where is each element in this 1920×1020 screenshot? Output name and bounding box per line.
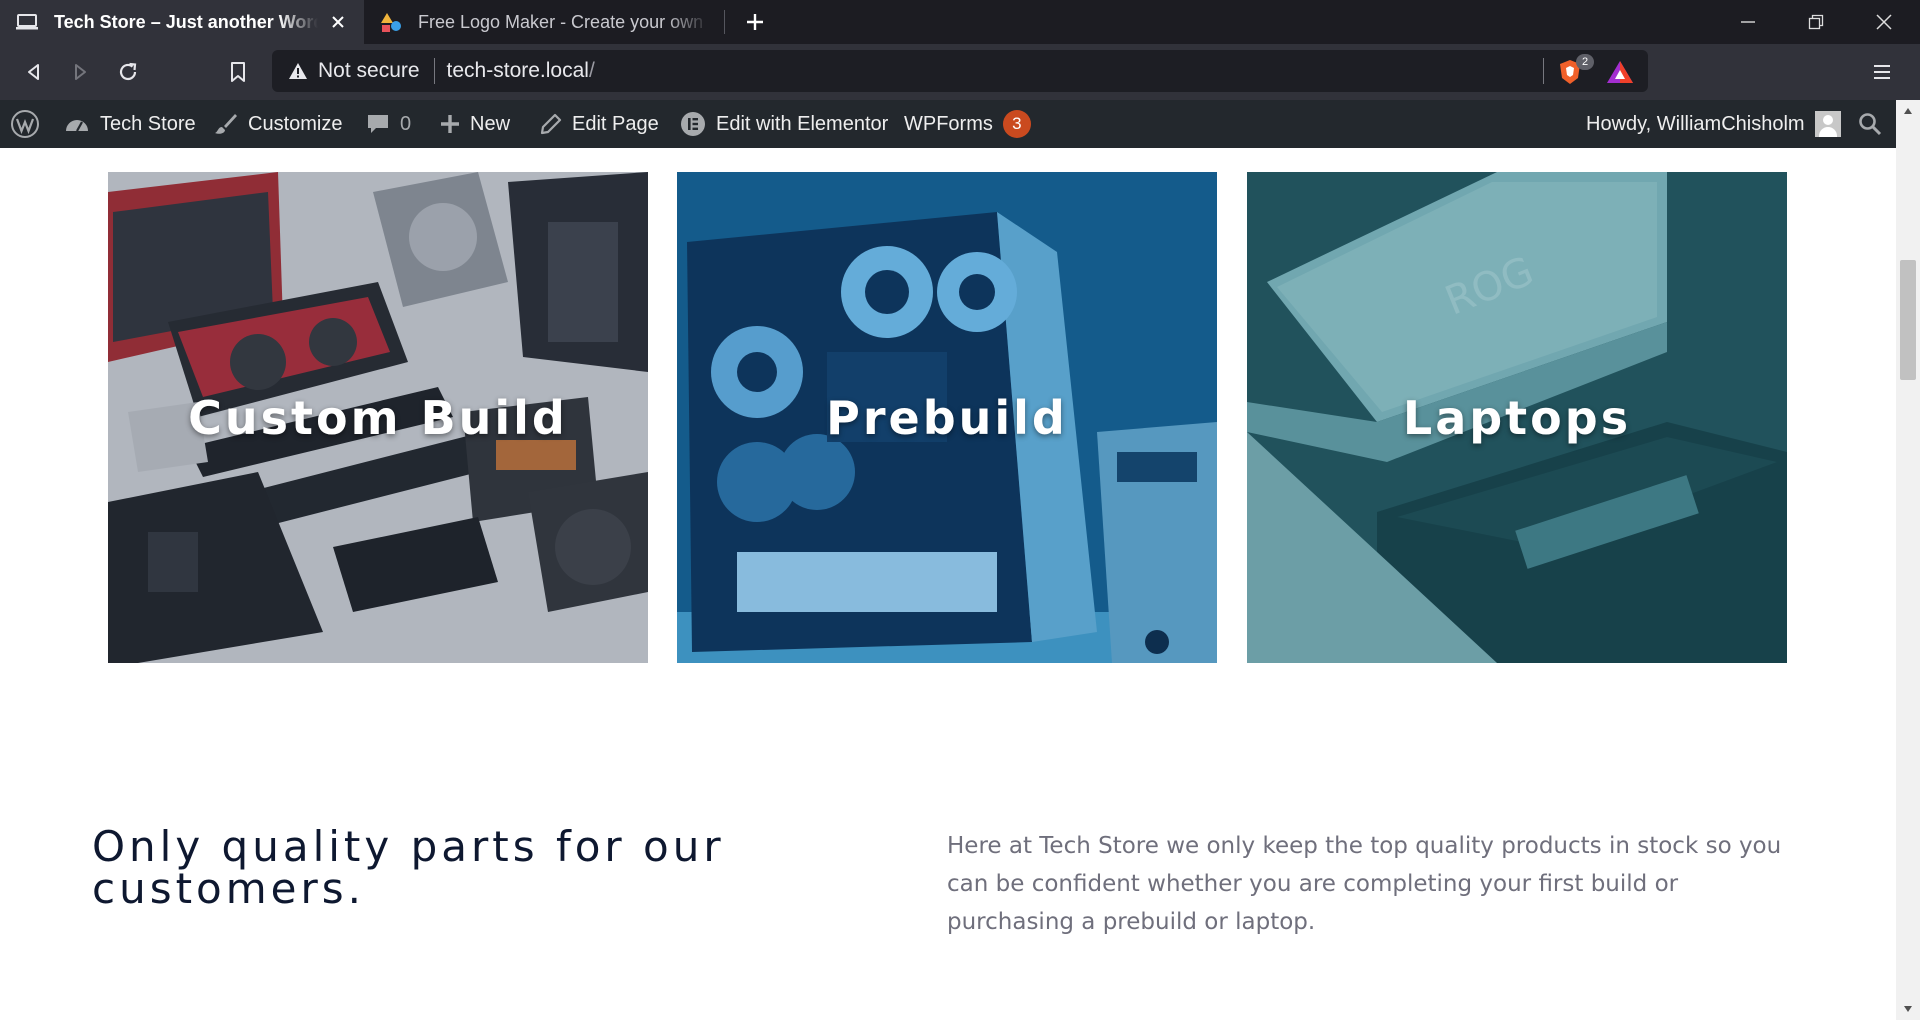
- back-button[interactable]: [16, 54, 52, 90]
- wpforms-label: WPForms: [904, 112, 993, 135]
- avatar: [1814, 111, 1841, 137]
- page-scrollbar[interactable]: [1896, 100, 1920, 1020]
- browser-menu-button[interactable]: [1866, 56, 1898, 88]
- omnibox-divider: [433, 58, 435, 84]
- browser-toolbar: Not secure tech-store.local/ 2: [0, 44, 1920, 100]
- edit-page-label: Edit Page: [572, 112, 659, 135]
- category-card-laptops[interactable]: ROG Laptops: [1247, 172, 1787, 663]
- user-account-menu[interactable]: Howdy, WilliamChisholm: [1586, 100, 1841, 148]
- tab-tech-store[interactable]: Tech Store – Just another WordPress site: [0, 0, 364, 44]
- category-card-prebuild[interactable]: Prebuild: [677, 172, 1217, 663]
- comment-bubble-icon: [366, 113, 390, 135]
- url-text[interactable]: tech-store.local/: [447, 59, 595, 83]
- brave-rewards-icon[interactable]: [1606, 59, 1634, 85]
- pencil-icon: [540, 113, 562, 135]
- paintbrush-icon: [214, 112, 238, 136]
- tab-divider: [724, 10, 725, 34]
- url-host: tech-store.local: [446, 59, 589, 82]
- category-card-custom-build[interactable]: Custom Build: [108, 172, 648, 663]
- edit-page-button[interactable]: Edit Page: [540, 100, 659, 148]
- howdy-label: Howdy, WilliamChisholm: [1586, 112, 1805, 135]
- category-label: Prebuild: [826, 390, 1068, 445]
- wpforms-count-badge: 3: [1002, 110, 1031, 138]
- new-content-button[interactable]: New: [440, 100, 510, 148]
- shapes-favicon-icon: [378, 11, 404, 33]
- edit-with-elementor-button[interactable]: Edit with Elementor: [680, 100, 888, 148]
- warning-icon[interactable]: [288, 60, 310, 82]
- site-name-menu[interactable]: Tech Store: [64, 100, 196, 148]
- bookmark-button[interactable]: [220, 54, 256, 90]
- scrollbar-thumb[interactable]: [1900, 260, 1916, 380]
- section-description: Here at Tech Store we only keep the top …: [947, 833, 1782, 935]
- minimize-button[interactable]: [1714, 0, 1782, 44]
- security-label[interactable]: Not secure: [318, 59, 420, 83]
- forward-button[interactable]: [62, 54, 98, 90]
- omnibox-divider: [1543, 58, 1544, 84]
- scroll-down-arrow-icon[interactable]: [1896, 1000, 1920, 1018]
- section-headline: Only quality parts for our customers.: [92, 826, 852, 910]
- elementor-label: Edit with Elementor: [716, 112, 889, 135]
- wp-admin-bar: Tech Store Customize 0 New Edit Page Edi…: [0, 100, 1920, 148]
- tab-title: Free Logo Maker - Create your own logo: [418, 11, 710, 32]
- close-tab-icon[interactable]: [326, 10, 350, 34]
- wpforms-menu[interactable]: WPForms 3: [904, 100, 1031, 148]
- wordpress-logo-button[interactable]: [10, 100, 40, 148]
- search-icon: [1859, 113, 1882, 136]
- shields-count-badge: 2: [1576, 54, 1594, 70]
- url-path: /: [588, 59, 595, 82]
- tab-logo-maker[interactable]: Free Logo Maker - Create your own logo: [364, 0, 724, 44]
- comments-button[interactable]: 0: [366, 100, 411, 148]
- close-window-button[interactable]: [1850, 0, 1918, 44]
- page-content: Custom Build Prebuild ROG Laptops Only q…: [0, 148, 1896, 1020]
- customize-label: Customize: [248, 112, 343, 135]
- category-label: Custom Build: [188, 390, 568, 445]
- site-name-label: Tech Store: [100, 112, 196, 135]
- reload-button[interactable]: [110, 54, 146, 90]
- new-label: New: [470, 112, 511, 135]
- browser-tabstrip: Tech Store – Just another WordPress site…: [0, 0, 1920, 44]
- customize-button[interactable]: Customize: [214, 100, 342, 148]
- headline-line-2: customers.: [92, 864, 366, 913]
- new-tab-button[interactable]: [740, 8, 770, 36]
- plus-icon: [440, 114, 460, 134]
- elementor-icon: [680, 111, 706, 137]
- tab-title: Tech Store – Just another WordPress site: [54, 11, 318, 32]
- restore-button[interactable]: [1782, 0, 1850, 44]
- scroll-up-arrow-icon[interactable]: [1896, 102, 1920, 120]
- category-label: Laptops: [1402, 390, 1632, 445]
- wordpress-icon: [11, 110, 39, 138]
- admin-search-button[interactable]: [1858, 100, 1882, 148]
- comments-count: 0: [400, 112, 412, 135]
- laptop-favicon-icon: [14, 11, 40, 33]
- dashboard-gauge-icon: [64, 113, 90, 135]
- address-bar[interactable]: Not secure tech-store.local/ 2: [272, 50, 1648, 92]
